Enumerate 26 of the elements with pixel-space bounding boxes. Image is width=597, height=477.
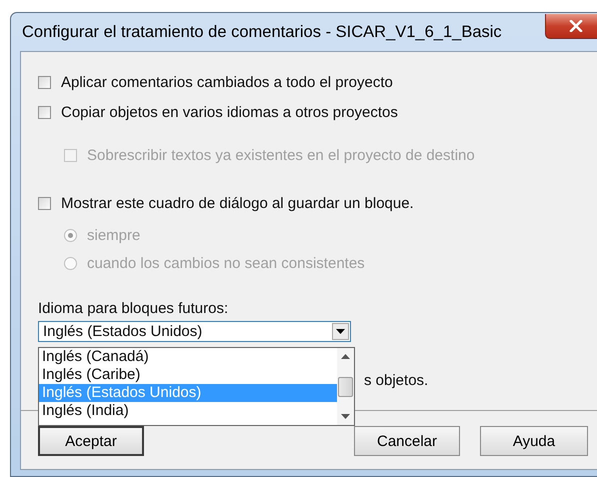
dropdown-option[interactable]: Inglés (Caribe) [39,366,337,384]
radio-label: cuando los cambios no sean consistentes [87,254,365,272]
dialog-button[interactable]: Aceptar [38,426,144,456]
scrollbar-thumb[interactable] [338,376,353,396]
checkbox[interactable] [38,76,51,88]
dialog-button[interactable]: Cancelar [354,426,460,456]
radio-label: siempre [87,226,140,244]
checkbox[interactable] [38,196,51,210]
scroll-up-icon[interactable] [341,354,350,359]
language-label: Idioma para bloques futuros: [38,301,230,317]
dropdown-arrow-icon [336,329,345,334]
scrollbar[interactable] [337,348,354,425]
checkbox-label: Sobrescribir textos ya existentes en el proyecto de destino [87,146,475,164]
scroll-down-icon[interactable] [341,414,350,419]
close-button[interactable] [545,14,597,38]
checkbox[interactable] [38,106,51,118]
window-title: Configurar el tratamiento de comentarios - SICAR_V1_6_1_Basic [22,22,502,42]
checkbox-label: Mostrar este cuadro de diálogo al guardar un bloque. [61,194,414,212]
close-icon [569,20,583,32]
checkbox-label: Copiar objetos en varios idiomas a otros proyectos [61,104,398,120]
dialog-button[interactable]: Ayuda [480,426,588,456]
checkbox-label: s objetos. [364,372,428,388]
dropdown-option[interactable]: Inglés (Canadá) [39,348,337,366]
language-dropdown[interactable]: Inglés (Estados Unidos) [38,321,351,342]
checkbox-label: Aplicar comentarios cambiados a todo el proyecto [61,74,393,90]
dropdown-option[interactable]: Inglés (India) [39,402,337,420]
